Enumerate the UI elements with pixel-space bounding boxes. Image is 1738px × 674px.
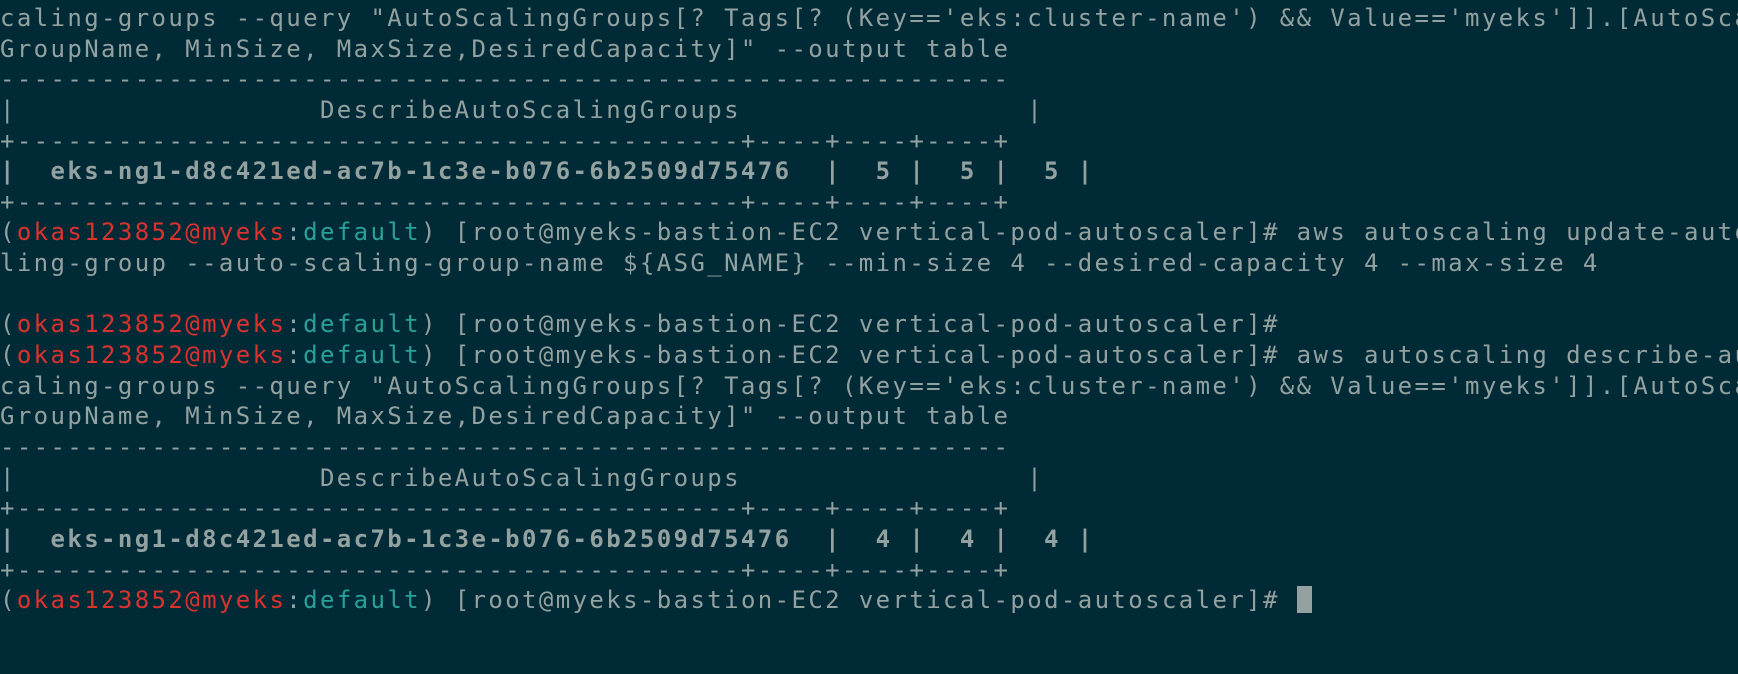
command-text: aws autoscaling update-auto-sca [1296, 218, 1738, 246]
prompt-at: @ [185, 341, 203, 369]
output-line: GroupName, MinSize, MaxSize,DesiredCapac… [0, 35, 1011, 63]
table-border: +---------------------------------------… [0, 188, 1011, 216]
table-border: ----------------------------------------… [0, 433, 1011, 461]
prompt-cwd: [root@myeks-bastion-EC2 vertical-pod-aut… [454, 218, 1280, 246]
table-border: ----------------------------------------… [0, 65, 1011, 93]
prompt-cwd: [root@myeks-bastion-EC2 vertical-pod-aut… [454, 341, 1280, 369]
prompt-user: okas123852 [16, 310, 186, 338]
table-title-row: | DescribeAutoScalingGroups | [0, 464, 1045, 492]
prompt-host: myeks [202, 586, 287, 614]
command-continuation: caling-groups --query "AutoScalingGroups… [0, 372, 1738, 400]
terminal-window[interactable]: caling-groups --query "AutoScalingGroups… [0, 0, 1738, 674]
table-row: | eks-ng1-d8c421ed-ac7b-1c3e-b076-6b2509… [0, 525, 1095, 553]
prompt-at: @ [185, 218, 203, 246]
prompt-namespace: default [303, 341, 422, 369]
prompt-user: okas123852 [16, 586, 186, 614]
command-continuation: GroupName, MinSize, MaxSize,DesiredCapac… [0, 402, 1011, 430]
command-continuation: ling-group --auto-scaling-group-name ${A… [0, 249, 1600, 277]
prompt-at: @ [185, 586, 203, 614]
prompt-cwd: [root@myeks-bastion-EC2 vertical-pod-aut… [454, 310, 1280, 338]
table-border: +---------------------------------------… [0, 556, 1011, 584]
table-row: | eks-ng1-d8c421ed-ac7b-1c3e-b076-6b2509… [0, 157, 1095, 185]
prompt-namespace: default [303, 310, 422, 338]
command-text: aws autoscaling describe-auto-s [1296, 341, 1738, 369]
prompt-line: (okas123852@myeks:default) [root@myeks-b… [0, 215, 1738, 249]
table-border: +---------------------------------------… [0, 127, 1011, 155]
output-line: caling-groups --query "AutoScalingGroups… [0, 4, 1738, 32]
prompt-line[interactable]: (okas123852@myeks:default) [root@myeks-b… [0, 583, 1312, 617]
prompt-host: myeks [202, 218, 287, 246]
prompt-host: myeks [202, 310, 287, 338]
prompt-line: (okas123852@myeks:default) [root@myeks-b… [0, 338, 1738, 372]
prompt-line: (okas123852@myeks:default) [root@myeks-b… [0, 310, 1280, 338]
prompt-at: @ [185, 310, 203, 338]
prompt-namespace: default [303, 218, 422, 246]
text-cursor [1296, 586, 1312, 613]
prompt-user: okas123852 [16, 341, 186, 369]
prompt-user: okas123852 [16, 218, 186, 246]
table-title-row: | DescribeAutoScalingGroups | [0, 96, 1045, 124]
prompt-cwd: [root@myeks-bastion-EC2 vertical-pod-aut… [454, 586, 1280, 614]
prompt-host: myeks [202, 341, 287, 369]
prompt-namespace: default [303, 586, 422, 614]
table-border: +---------------------------------------… [0, 494, 1011, 522]
